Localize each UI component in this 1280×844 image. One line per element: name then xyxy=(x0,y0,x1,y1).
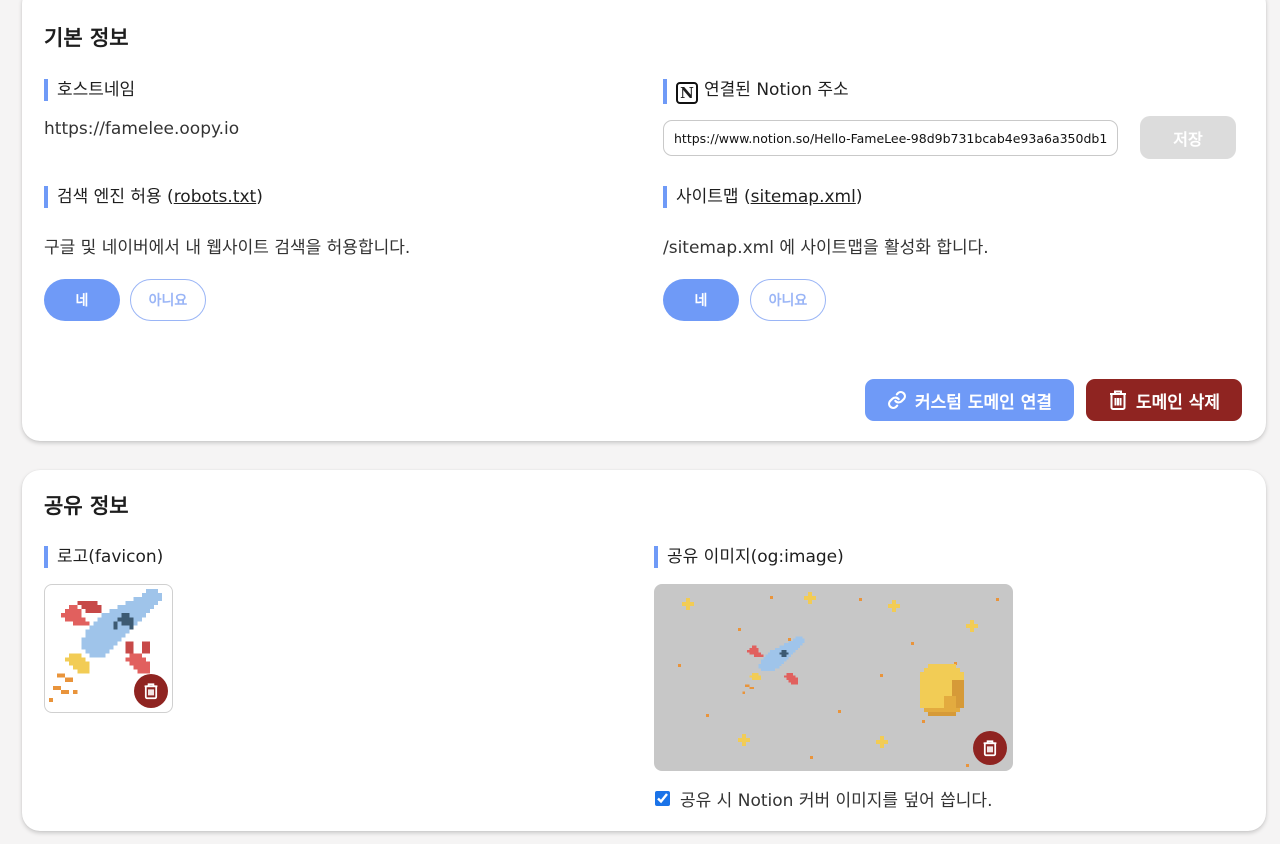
trash-icon xyxy=(144,683,158,700)
sitemap-yes-button[interactable]: 네 xyxy=(663,279,739,321)
robots-link[interactable]: robots.txt xyxy=(174,187,257,207)
space-scene-icon xyxy=(678,592,999,767)
og-image-delete-button[interactable] xyxy=(973,731,1007,765)
og-image xyxy=(654,584,1013,771)
save-button[interactable]: 저장 xyxy=(1140,116,1236,159)
sitemap-description: /sitemap.xml 에 사이트맵을 활성화 합니다. xyxy=(663,238,989,258)
robots-yes-button[interactable]: 네 xyxy=(44,279,120,321)
delete-domain-button[interactable]: 도메인 삭제 xyxy=(1086,379,1242,421)
sitemap-label: 사이트맵 (sitemap.xml) xyxy=(663,186,862,208)
override-cover-checkbox[interactable] xyxy=(655,791,670,806)
hostname-label: 호스트네임 xyxy=(44,79,135,101)
connect-domain-button[interactable]: 커스텀 도메인 연결 xyxy=(865,379,1074,421)
hostname-value: https://famelee.oopy.io xyxy=(44,119,240,139)
notion-url-input[interactable] xyxy=(663,120,1118,156)
basic-info-card: 기본 정보 호스트네임 https://famelee.oopy.io N 연결된… xyxy=(22,0,1266,441)
basic-info-title: 기본 정보 xyxy=(44,26,129,50)
sitemap-no-button[interactable]: 아니요 xyxy=(750,279,826,321)
link-icon xyxy=(888,391,906,409)
notion-icon: N xyxy=(676,82,698,104)
robots-description: 구글 및 네이버에서 내 웹사이트 검색을 허용합니다. xyxy=(44,238,411,258)
robots-no-button[interactable]: 아니요 xyxy=(130,279,206,321)
notion-url-label: N 연결된 Notion 주소 xyxy=(663,79,849,104)
trash-icon xyxy=(1109,390,1126,410)
sitemap-link[interactable]: sitemap.xml xyxy=(751,187,856,207)
share-info-title: 공유 정보 xyxy=(44,494,129,518)
override-cover-row[interactable]: 공유 시 Notion 커버 이미지를 덮어 씁니다. xyxy=(655,786,992,811)
trash-icon xyxy=(983,740,997,757)
favicon-image xyxy=(44,584,173,713)
og-image-label: 공유 이미지(og:image) xyxy=(654,546,844,568)
share-info-card: 공유 정보 로고(favicon) 공유 이미지(og:image) 공유 시 … xyxy=(22,470,1266,831)
favicon-label: 로고(favicon) xyxy=(44,546,163,568)
robots-label: 검색 엔진 허용 (robots.txt) xyxy=(44,186,263,208)
favicon-delete-button[interactable] xyxy=(134,674,168,708)
override-cover-label: 공유 시 Notion 커버 이미지를 덮어 씁니다. xyxy=(680,791,993,811)
